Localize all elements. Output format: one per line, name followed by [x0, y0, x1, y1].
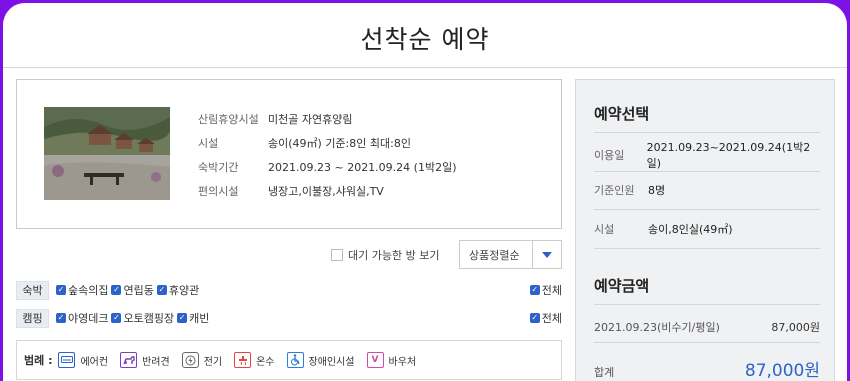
checkbox-checked-icon[interactable]: ✓ [529, 285, 540, 295]
legend-label: 에어컨 [80, 356, 109, 368]
total-amount: 87,000원 [744, 361, 820, 381]
legend-label: 반려견 [142, 356, 170, 368]
checkbox-checked-icon[interactable]: ✓ [111, 313, 122, 323]
facility-row-value: 냉장고,이불장,샤워실,TV [268, 185, 384, 198]
checkbox-checked-icon[interactable]: ✓ [156, 285, 167, 295]
amenity-legend: 범례 : 에어컨 반려견 전기 온수 장애인시설 V 바우처 [16, 340, 562, 380]
reservation-row: 시설 송이,8인실(49㎡) [594, 217, 820, 241]
facility-row-label: 시설 [198, 137, 219, 150]
facility-row-label: 편의시설 [198, 185, 239, 198]
reservation-row-label: 기준인원 [594, 184, 635, 197]
select-all-label: 전체 [541, 284, 562, 297]
filter-option-label: 야영데크 [68, 312, 109, 325]
facility-row: 편의시설 냉장고,이불장,샤워실,TV [198, 179, 457, 203]
legend-item: 전기 [181, 352, 223, 368]
filter-option-row-house[interactable]: ✓ 연립동 [111, 282, 154, 298]
legend-item: 반려견 [120, 352, 170, 368]
legend-label: 전기 [203, 356, 223, 368]
chevron-down-icon[interactable] [532, 241, 561, 268]
hot-water-icon [234, 352, 252, 368]
legend-label: 바우처 [388, 356, 417, 368]
panel-divider [594, 342, 820, 343]
reservation-row: 이용일 2021.09.23~2021.09.24(1박2일) [594, 141, 820, 170]
legend-title: 범례 : [24, 354, 53, 367]
facility-details: 산림휴양시설 미천골 자연휴양림 시설 송이(49㎡) 기준:8인 최대:8인 … [198, 107, 457, 203]
checkbox-box[interactable] [331, 249, 343, 261]
filter-option-label: 휴양관 [168, 284, 200, 297]
filter-option-camping-deck[interactable]: ✓ 야영데크 [56, 310, 108, 326]
reservation-row-label: 이용일 [594, 149, 625, 162]
filter-option-cabin[interactable]: ✓ 캐빈 [177, 310, 209, 326]
checkbox-checked-icon[interactable]: ✓ [111, 285, 122, 295]
legend-item: 장애인시설 [286, 352, 355, 368]
reservation-row-value: 8명 [648, 184, 666, 197]
camping-filter-row: 캠핑 ✓ 야영데크 ✓ 오토캠핑장 ✓ 캐빈 ✓ 전체 [16, 307, 562, 329]
legend-item: 에어컨 [58, 352, 108, 368]
facility-photo-image [44, 107, 170, 200]
panel-divider [594, 132, 820, 133]
filter-option-forest-house[interactable]: ✓ 숲속의집 [56, 282, 108, 298]
camping-tag: 캠핑 [16, 308, 49, 328]
total-row: 합계 87,000원 [594, 356, 820, 381]
facility-row-value: 2021.09.23 ~ 2021.09.24 (1박2일) [268, 161, 457, 174]
panel-divider [594, 304, 820, 305]
filter-option-label: 숲속의집 [68, 284, 109, 297]
price-line: 2021.09.23(비수기/평일) 87,000원 [594, 319, 820, 335]
reservation-row-value: 송이,8인실(49㎡) [648, 223, 733, 236]
legend-item: V 바우처 [366, 352, 417, 368]
reservation-row-value: 2021.09.23~2021.09.24(1박2일) [646, 141, 811, 170]
title-divider [3, 67, 847, 68]
reservation-row: 기준인원 8명 [594, 178, 820, 202]
reservation-row-label: 시설 [594, 223, 615, 236]
facility-row-label: 숙박기간 [198, 161, 239, 174]
filter-option-label: 연립동 [123, 284, 154, 297]
filter-option-auto-camping[interactable]: ✓ 오토캠핑장 [111, 310, 174, 326]
waitable-rooms-checkbox[interactable]: 대기 가능한 방 보기 [331, 247, 439, 263]
legend-label: 장애인시설 [308, 356, 355, 368]
checkbox-checked-icon[interactable]: ✓ [56, 285, 66, 295]
filter-option-label: 캐빈 [189, 312, 210, 325]
reservation-page: 선착순 예약 산림휴양시설 미천골 자연휴양림 시설 송이(49㎡) 기준:8인… [3, 3, 847, 381]
lodging-filter-row: 숙박 ✓ 숲속의집 ✓ 연립동 ✓ 휴양관 ✓ 전체 [16, 279, 562, 301]
voucher-icon: V [366, 352, 384, 368]
facility-row-value: 미천골 자연휴양림 [268, 113, 353, 126]
facility-row-label: 산림휴양시설 [198, 113, 259, 126]
select-all-label: 전체 [541, 312, 562, 325]
facility-photo [44, 107, 170, 200]
panel-divider [594, 248, 820, 249]
facility-info-card: 산림휴양시설 미천골 자연휴양림 시설 송이(49㎡) 기준:8인 최대:8인 … [16, 79, 562, 229]
total-label: 합계 [594, 366, 615, 379]
sort-order-select[interactable]: 상품정렬순 [459, 240, 562, 269]
lodging-select-all[interactable]: ✓ 전체 [529, 282, 562, 298]
facility-row-value: 송이(49㎡) 기준:8인 최대:8인 [268, 137, 411, 150]
legend-item: 온수 [234, 352, 275, 368]
page-title: 선착순 예약 [360, 25, 490, 54]
pet-icon [120, 352, 138, 368]
facility-row: 시설 송이(49㎡) 기준:8인 최대:8인 [198, 131, 457, 155]
sort-order-value: 상품정렬순 [469, 248, 520, 262]
filter-option-label: 오토캠핑장 [123, 312, 175, 325]
price-line-value: 87,000원 [771, 321, 820, 334]
electric-icon [181, 352, 199, 368]
panel-divider [594, 209, 820, 210]
lodging-tag: 숙박 [16, 280, 49, 300]
price-line-label: 2021.09.23(비수기/평일) [594, 321, 720, 334]
air-conditioner-icon [58, 352, 76, 368]
accessible-icon [286, 352, 304, 368]
panel-divider [594, 171, 820, 172]
legend-label: 온수 [256, 356, 275, 368]
reservation-selection-title: 예약선택 [594, 105, 650, 123]
checkbox-checked-icon[interactable]: ✓ [529, 313, 540, 323]
camping-select-all[interactable]: ✓ 전체 [529, 310, 562, 326]
reservation-summary-panel: 예약선택 이용일 2021.09.23~2021.09.24(1박2일) 기준인… [575, 79, 835, 381]
facility-row: 숙박기간 2021.09.23 ~ 2021.09.24 (1박2일) [198, 155, 457, 179]
filter-option-recreation-hall[interactable]: ✓ 휴양관 [156, 282, 200, 298]
facility-row: 산림휴양시설 미천골 자연휴양림 [198, 107, 457, 131]
checkbox-checked-icon[interactable]: ✓ [56, 313, 66, 323]
payment-amount-title: 예약금액 [594, 277, 650, 295]
checkbox-checked-icon[interactable]: ✓ [177, 313, 188, 323]
waitable-rooms-label: 대기 가능한 방 보기 [348, 249, 440, 262]
